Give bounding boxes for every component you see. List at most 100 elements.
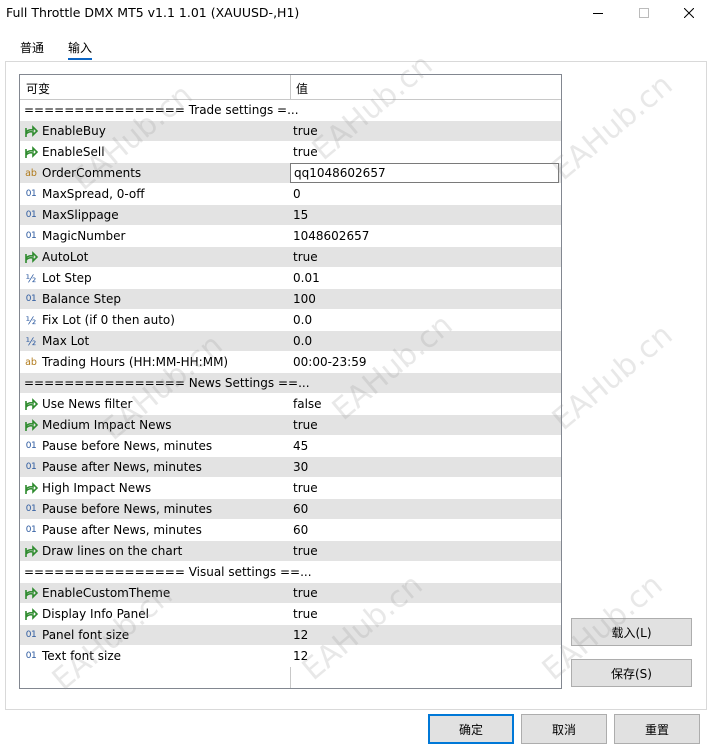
ok-button[interactable]: 确定 [428, 714, 514, 744]
close-icon [684, 8, 694, 18]
close-button[interactable] [666, 0, 712, 26]
parameter-value[interactable]: 12 [293, 649, 308, 663]
arrow-icon [24, 397, 38, 411]
parameter-value[interactable]: true [293, 607, 318, 621]
minimize-button[interactable] [575, 0, 621, 26]
parameter-name: MaxSpread, 0-off [42, 187, 145, 201]
parameter-row[interactable]: Use News filter false [20, 394, 561, 415]
group-separator-row[interactable]: ================ Visual settings ==... [20, 562, 561, 583]
parameter-row[interactable]: 01 Pause after News, minutes 60 [20, 520, 561, 541]
group-separator-row[interactable]: ================ Trade settings =... [20, 100, 561, 121]
parameter-row[interactable]: 01 MagicNumber 1048602657 [20, 226, 561, 247]
parameter-name: Pause before News, minutes [42, 502, 213, 516]
int-icon: 01 [25, 294, 37, 304]
arrow-icon [24, 145, 38, 159]
parameter-value[interactable]: 12 [293, 628, 308, 642]
ab-icon: ab [25, 167, 37, 179]
parameter-name: Lot Step [42, 271, 92, 285]
parameter-name: Pause after News, minutes [42, 523, 202, 537]
parameter-value[interactable]: false [293, 397, 322, 411]
parameter-row[interactable]: 01 MaxSlippage 15 [20, 205, 561, 226]
parameter-row[interactable]: Medium Impact News true [20, 415, 561, 436]
parameter-value[interactable]: 30 [293, 460, 308, 474]
tab-general[interactable]: 普通 [20, 39, 44, 59]
maximize-icon [639, 8, 649, 18]
parameter-row[interactable]: 01 Pause before News, minutes 60 [20, 499, 561, 520]
cancel-button[interactable]: 取消 [521, 714, 607, 744]
parameter-row[interactable]: 01 MaxSpread, 0-off 0 [20, 184, 561, 205]
arrow-icon [24, 544, 38, 558]
parameter-name: Max Lot [42, 334, 90, 348]
parameter-value[interactable]: 60 [293, 523, 308, 537]
parameter-value[interactable]: true [293, 145, 318, 159]
int-icon: 01 [25, 231, 37, 241]
reset-button[interactable]: 重置 [614, 714, 700, 744]
column-header-value[interactable]: 值 [296, 80, 308, 97]
parameter-value[interactable]: true [293, 544, 318, 558]
int-icon: 01 [25, 441, 37, 451]
parameter-name: EnableBuy [42, 124, 106, 138]
parameter-row[interactable]: EnableCustomTheme true [20, 583, 561, 604]
parameter-value[interactable]: true [293, 124, 318, 138]
parameter-row[interactable]: 01 Text font size 12 [20, 646, 561, 667]
arrow-icon [24, 250, 38, 264]
parameter-value[interactable]: 0 [293, 187, 301, 201]
parameter-row[interactable]: High Impact News true [20, 478, 561, 499]
parameter-value[interactable]: 45 [293, 439, 308, 453]
parameter-row[interactable]: 01 Pause after News, minutes 30 [20, 457, 561, 478]
fraction-icon: ½ [25, 313, 37, 327]
parameter-value[interactable]: 1048602657 [293, 229, 369, 243]
parameter-name: Trading Hours (HH:MM-HH:MM) [42, 355, 229, 369]
parameter-value[interactable]: 15 [293, 208, 308, 222]
parameter-name: Use News filter [42, 397, 133, 411]
parameter-value[interactable]: 100 [293, 292, 316, 306]
fraction-icon: ½ [25, 271, 37, 285]
parameter-row[interactable]: AutoLot true [20, 247, 561, 268]
int-icon: 01 [25, 525, 37, 535]
tab-inputs[interactable]: 输入 [68, 39, 93, 60]
parameter-name: MaxSlippage [42, 208, 119, 222]
parameter-value[interactable]: true [293, 418, 318, 432]
int-icon: 01 [25, 462, 37, 472]
parameter-name: Fix Lot (if 0 then auto) [42, 313, 175, 327]
maximize-button[interactable] [621, 0, 667, 26]
parameter-value[interactable]: 0.01 [293, 271, 320, 285]
parameter-value[interactable]: 60 [293, 502, 308, 516]
save-button[interactable]: 保存(S) [571, 659, 692, 687]
parameter-value[interactable]: true [293, 250, 318, 264]
fraction-icon: ½ [25, 334, 37, 348]
parameter-row[interactable]: Display Info Panel true [20, 604, 561, 625]
parameter-row[interactable]: EnableBuy true [20, 121, 561, 142]
parameter-value[interactable]: 0.0 [293, 334, 312, 348]
parameter-value[interactable]: 00:00-23:59 [293, 355, 367, 369]
parameter-name: Display Info Panel [42, 607, 149, 621]
parameter-row[interactable]: Draw lines on the chart true [20, 541, 561, 562]
parameter-value[interactable]: true [293, 586, 318, 600]
parameter-value[interactable]: true [293, 481, 318, 495]
int-icon: 01 [25, 210, 37, 220]
parameter-name: Draw lines on the chart [42, 544, 183, 558]
arrow-icon [24, 418, 38, 432]
parameter-row[interactable]: ab OrderComments qq1048602657 [20, 163, 561, 184]
column-header-variable[interactable]: 可变 [26, 80, 50, 97]
parameter-row[interactable]: 01 Pause before News, minutes 45 [20, 436, 561, 457]
parameter-row[interactable]: ½ Lot Step 0.01 [20, 268, 561, 289]
inputs-grid[interactable]: 可变 值 ================ Trade settings =..… [19, 74, 562, 689]
parameter-value[interactable]: 0.0 [293, 313, 312, 327]
arrow-icon [24, 481, 38, 495]
parameter-value[interactable]: qq1048602657 [294, 166, 386, 180]
parameter-row[interactable]: 01 Balance Step 100 [20, 289, 561, 310]
int-icon: 01 [25, 630, 37, 640]
parameter-name: MagicNumber [42, 229, 126, 243]
parameter-name: AutoLot [42, 250, 89, 264]
parameter-row[interactable]: EnableSell true [20, 142, 561, 163]
int-icon: 01 [25, 651, 37, 661]
parameter-row[interactable]: 01 Panel font size 12 [20, 625, 561, 646]
tab-bar: 普通 输入 [0, 34, 712, 60]
parameter-value-input[interactable]: qq1048602657 [290, 163, 559, 183]
parameter-row[interactable]: ½ Max Lot 0.0 [20, 331, 561, 352]
parameter-row[interactable]: ab Trading Hours (HH:MM-HH:MM) 00:00-23:59 [20, 352, 561, 373]
parameter-row[interactable]: ½ Fix Lot (if 0 then auto) 0.0 [20, 310, 561, 331]
load-button[interactable]: 载入(L) [571, 618, 692, 646]
group-separator-row[interactable]: ================ News Settings ==... [20, 373, 561, 394]
